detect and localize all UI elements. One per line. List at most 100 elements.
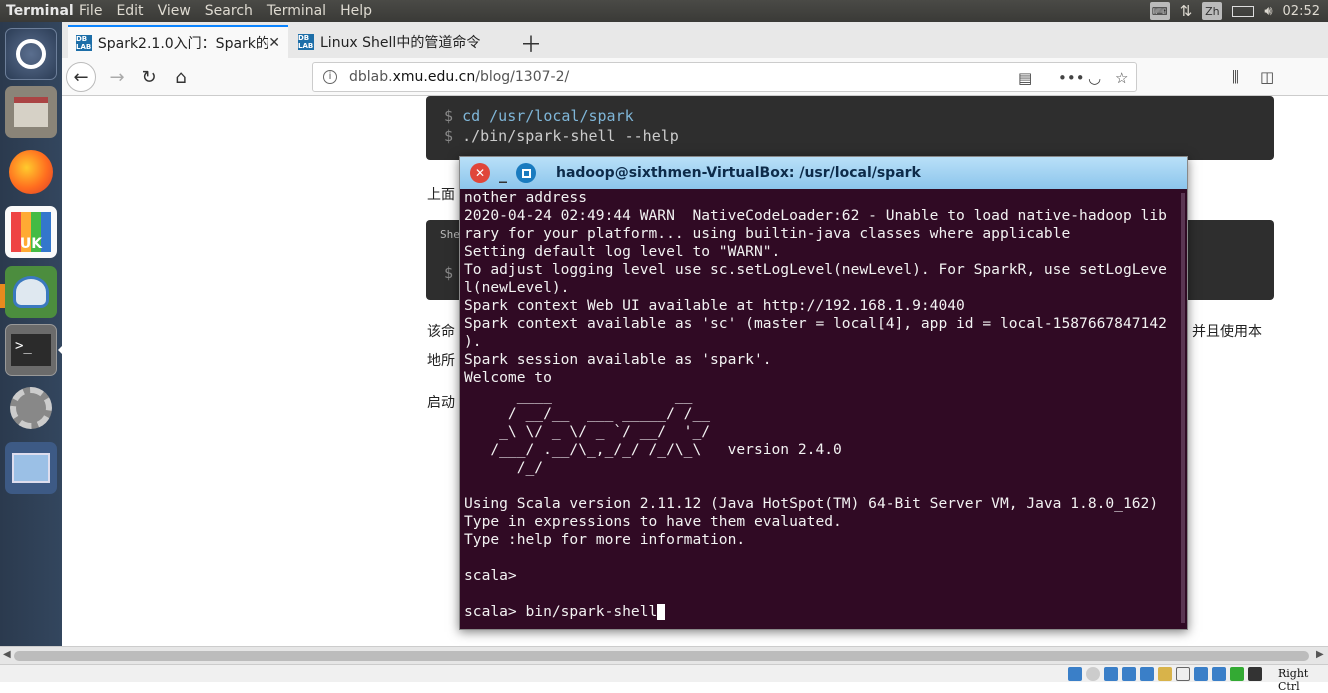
new-tab-icon[interactable]: ＋	[520, 27, 542, 59]
terminal-icon[interactable]: >_	[5, 324, 57, 376]
close-icon[interactable]: ✕	[470, 163, 490, 183]
pocket-icon[interactable]: ◡	[1088, 69, 1101, 87]
bookmark-star-icon[interactable]: ☆	[1115, 69, 1128, 87]
minimize-icon[interactable]: _	[493, 163, 513, 183]
indicator-area: ⌨ ⇅ Zh 🔊︎ 02:52	[1149, 2, 1328, 20]
close-tab-icon[interactable]: ✕	[268, 35, 280, 51]
battery-icon[interactable]	[1232, 5, 1255, 17]
terminal-line: ____ __	[464, 387, 693, 404]
mouse-integration-icon[interactable]	[1230, 667, 1244, 681]
top-panel: Terminal File Edit View Search Terminal …	[0, 0, 1328, 22]
firefox-icon[interactable]	[5, 146, 57, 198]
ubuntu-dash-icon[interactable]	[5, 28, 57, 80]
reload-button[interactable]: ↻	[134, 62, 164, 92]
terminal-scrollbar[interactable]	[1181, 193, 1185, 623]
reader-view-icon[interactable]: ▤	[1018, 69, 1032, 87]
video-capture-icon[interactable]	[1194, 667, 1208, 681]
terminal-line: _\ \/ _ \/ _ `/ __/ '_/	[464, 423, 711, 440]
home-button[interactable]: ⌂	[166, 62, 196, 92]
software-icon-label: UK	[19, 236, 43, 252]
audio-icon[interactable]	[1104, 667, 1118, 681]
site-info-icon[interactable]: i	[323, 70, 337, 84]
page-horizontal-scrollbar[interactable]: ◀ ▶	[0, 646, 1328, 664]
scroll-left-icon[interactable]: ◀	[3, 649, 11, 660]
terminal-line: Using Scala version 2.11.12 (Java HotSpo…	[464, 495, 1159, 512]
network-transfer-icon[interactable]: ⇅	[1180, 2, 1193, 20]
network-icon[interactable]	[1122, 667, 1136, 681]
files-icon[interactable]	[5, 86, 57, 138]
shared-folders-icon[interactable]	[1158, 667, 1172, 681]
host-key-label: Right Ctrl	[1278, 667, 1309, 693]
back-button[interactable]: ←	[66, 62, 96, 92]
scroll-right-icon[interactable]: ▶	[1316, 649, 1324, 660]
paragraph-text: 地所	[427, 353, 455, 369]
dblab-favicon-icon: DB LAB	[76, 34, 92, 51]
system-settings-icon[interactable]	[5, 382, 57, 434]
terminal-line: / __/__ ___ _____/ /__	[464, 405, 711, 422]
navigation-toolbar: ← → ↻ ⌂ i dblab. xmu.edu.cn/blog/1307-2/ …	[62, 58, 1328, 96]
library-icon[interactable]: ⫼	[1232, 68, 1239, 86]
screenshot-icon[interactable]	[5, 442, 57, 494]
url-path: /blog/1307-2/	[475, 69, 570, 85]
ubuntu-software-icon[interactable]: UK	[5, 206, 57, 258]
terminal-lines: nother address 2020-04-24 02:49:44 WARN N…	[464, 189, 1182, 603]
prompt-symbol: $	[444, 127, 454, 145]
terminal-line: nother address	[464, 189, 588, 206]
terminal-line: Setting default log level to "WARN".	[464, 243, 781, 260]
url-bar[interactable]: i dblab. xmu.edu.cn/blog/1307-2/ ▤ ••• ◡ …	[312, 62, 1137, 92]
terminal-line: 2020-04-24 02:49:44 WARN NativeCodeLoade…	[464, 207, 1167, 224]
menu-help[interactable]: Help	[333, 3, 379, 19]
terminal-line: Type in expressions to have them evaluat…	[464, 513, 842, 530]
code-command: ./bin/spark-shell --help	[462, 127, 679, 145]
usb-icon[interactable]	[1140, 667, 1154, 681]
code-lang-label: She	[440, 228, 460, 241]
terminal-line: /_/	[464, 459, 544, 476]
display-icon[interactable]	[1176, 667, 1190, 681]
paragraph-text: 并且使用本	[1192, 324, 1262, 340]
terminal-output[interactable]: nother address 2020-04-24 02:49:44 WARN N…	[464, 189, 1182, 625]
active-app-name: Terminal	[6, 3, 74, 19]
launcher-running-indicator	[0, 284, 5, 308]
sidebar-icon[interactable]: ◫	[1260, 68, 1274, 86]
tab-linux-shell[interactable]: DB LAB Linux Shell中的管道命令	[290, 25, 512, 58]
scrollbar-thumb[interactable]	[14, 651, 1309, 661]
terminal-line: ).	[464, 333, 482, 350]
page-actions-icon[interactable]: •••	[1058, 69, 1085, 87]
menu-search[interactable]: Search	[198, 3, 260, 19]
menu-file[interactable]: File	[72, 3, 109, 19]
terminal-window[interactable]: ✕ _ hadoop@sixthmen-VirtualBox: /usr/loc…	[459, 156, 1188, 630]
paragraph-text: 启动	[427, 395, 455, 411]
forward-button[interactable]: →	[102, 62, 132, 92]
terminal-titlebar[interactable]: ✕ _ hadoop@sixthmen-VirtualBox: /usr/loc…	[460, 157, 1187, 189]
keyboard-indicator-icon[interactable]: ⌨	[1149, 2, 1170, 20]
terminal-line: /___/ .__/\_,_/_/ /_/\_\ version 2.4.0	[464, 441, 842, 458]
hard-disk-icon[interactable]	[1068, 667, 1082, 681]
clock[interactable]: 02:52	[1283, 4, 1320, 19]
prompt-symbol: $	[444, 107, 454, 125]
optical-drive-icon[interactable]	[1086, 667, 1100, 681]
menu-view[interactable]: View	[151, 3, 198, 19]
code-command: cd /usr/local/spark	[462, 107, 634, 125]
paragraph-text: 上面	[427, 187, 455, 203]
remmina-icon[interactable]	[5, 266, 57, 318]
maximize-icon[interactable]	[516, 163, 536, 183]
prompt-symbol: $	[444, 264, 454, 282]
keyboard-capture-icon[interactable]	[1248, 667, 1262, 681]
browser-tab-strip: DB LAB Spark2.1.0入门：Spark的 ✕ DB LAB Linu…	[62, 22, 1328, 58]
terminal-line: l(newLevel).	[464, 279, 570, 296]
terminal-line: Type :help for more information.	[464, 531, 746, 548]
vm-device-icons	[1068, 667, 1262, 681]
url-host: xmu.edu.cn	[392, 69, 476, 85]
terminal-line: scala>	[464, 567, 517, 584]
virtualization-icon[interactable]	[1212, 667, 1226, 681]
tab-spark-intro[interactable]: DB LAB Spark2.1.0入门：Spark的 ✕	[68, 25, 288, 58]
terminal-line: Spark context available as 'sc' (master …	[464, 315, 1167, 332]
volume-icon[interactable]: 🔊︎	[1264, 4, 1272, 19]
terminal-line: Spark session available as 'spark'.	[464, 351, 772, 368]
paragraph-text: 该命	[427, 324, 455, 340]
menu-edit[interactable]: Edit	[109, 3, 150, 19]
dblab-favicon-icon: DB LAB	[298, 33, 314, 50]
menu-terminal[interactable]: Terminal	[260, 3, 333, 19]
input-method-indicator[interactable]: Zh	[1202, 2, 1223, 20]
